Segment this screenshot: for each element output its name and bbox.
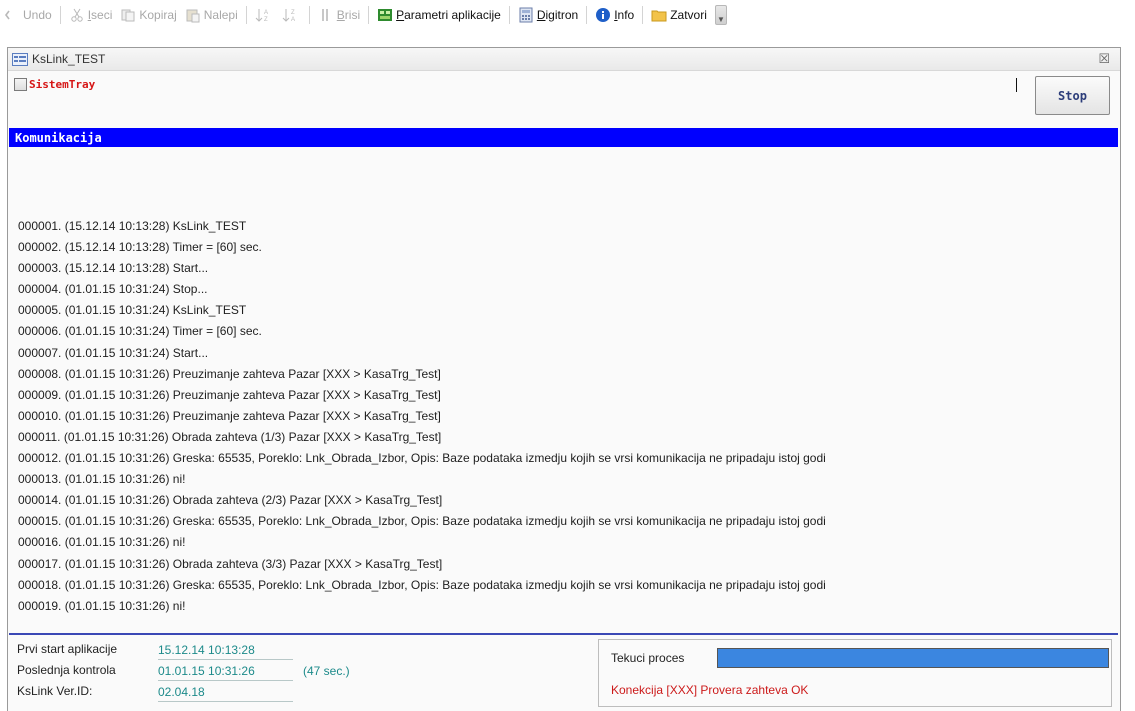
toolbar-separator <box>59 6 61 24</box>
log-line: 000002. (15.12.14 10:13:28) Timer = [60]… <box>18 240 262 255</box>
log-line: 000016. (01.01.15 10:31:26) ni! <box>18 535 186 550</box>
log-line: 000012. (01.01.15 10:31:26) Greska: 6553… <box>18 451 826 466</box>
toolbar-overflow-button[interactable]: ▼ <box>714 5 727 25</box>
log-list: 000001. (15.12.14 10:13:28) KsLink_TEST 0… <box>18 216 1113 617</box>
app-parameters-button[interactable]: Parametri aplikacije <box>373 4 505 26</box>
first-start-label: Prvi start aplikacije <box>17 642 118 656</box>
text-caret <box>1016 78 1017 92</box>
log-line: 000018. (01.01.15 10:31:26) Greska: 6553… <box>18 577 826 592</box>
sort-ascending-icon: AZ <box>255 7 271 23</box>
svg-text:A: A <box>291 17 295 23</box>
cut-label: Iseci <box>87 8 113 22</box>
close-app-button[interactable]: Zatvori <box>647 4 711 26</box>
copy-button[interactable]: Kopiraj <box>116 4 180 26</box>
system-tray-label: SistemTray <box>29 78 96 91</box>
paste-icon <box>185 7 201 23</box>
calculator-icon <box>518 7 534 23</box>
paste-button[interactable]: Nalepi <box>181 4 242 26</box>
sort-descending-button[interactable]: ZA <box>278 4 305 26</box>
settings-icon <box>377 7 393 23</box>
process-status-text: Konekcija [XXX] Provera zahteva OK <box>611 683 809 697</box>
version-value: 02.04.18 <box>158 685 293 702</box>
system-tray-checkbox[interactable] <box>14 78 27 91</box>
log-line: 000019. (01.01.15 10:31:26) ni! <box>18 598 186 613</box>
undo-label: Undo <box>23 8 52 22</box>
svg-text:Z: Z <box>291 10 295 16</box>
delete-label: Brisi <box>336 8 361 22</box>
main-toolbar: Undo Iseci Kopiraj Nalepi AZ ZA Brisi Pa… <box>0 0 1135 30</box>
folder-icon <box>651 7 667 23</box>
cut-icon <box>69 7 85 23</box>
log-line: 000009. (01.01.15 10:31:26) Preuzimanje … <box>18 387 441 402</box>
log-line: 000004. (01.01.15 10:31:24) Stop... <box>18 282 208 297</box>
calculator-button[interactable]: Digitron <box>514 4 582 26</box>
info-icon <box>595 7 611 23</box>
kslink-window: KsLink_TEST ☒ SistemTray Stop Komunikaci… <box>7 47 1121 711</box>
copy-icon <box>120 7 136 23</box>
toolbar-separator <box>642 6 644 24</box>
process-label: Tekuci proces <box>611 651 685 665</box>
toolbar-separator <box>586 6 588 24</box>
info-button[interactable]: Info <box>591 4 638 26</box>
process-progress-bar <box>717 648 1109 668</box>
delete-icon <box>318 7 334 23</box>
log-line: 000001. (15.12.14 10:13:28) KsLink_TEST <box>18 219 247 233</box>
toolbar-separator <box>368 6 370 24</box>
log-line: 000010. (01.01.15 10:31:26) Preuzimanje … <box>18 408 441 423</box>
copy-label: Kopiraj <box>139 8 177 22</box>
last-check-elapsed: (47 sec.) <box>303 664 350 678</box>
log-line: 000008. (01.01.15 10:31:26) Preuzimanje … <box>18 366 441 381</box>
svg-text:Z: Z <box>264 17 268 23</box>
sort-ascending-button[interactable]: AZ <box>251 4 278 26</box>
sort-descending-icon: ZA <box>282 7 298 23</box>
log-line: 000011. (01.01.15 10:31:26) Obrada zahte… <box>18 429 442 444</box>
divider <box>9 633 1118 635</box>
last-check-label: Poslednja kontrola <box>17 663 116 677</box>
delete-button[interactable]: Brisi <box>314 4 364 26</box>
info-label: Info <box>614 8 635 22</box>
undo-button[interactable]: Undo <box>0 4 56 26</box>
stop-button[interactable]: Stop <box>1035 76 1110 115</box>
log-line: 000005. (01.01.15 10:31:24) KsLink_TEST <box>18 303 247 318</box>
log-line: 000017. (01.01.15 10:31:26) Obrada zahte… <box>18 556 443 571</box>
first-start-value: 15.12.14 10:13:28 <box>158 643 293 660</box>
toolbar-separator <box>245 6 247 24</box>
window-icon <box>12 52 28 66</box>
chevron-down-icon: ▼ <box>716 15 725 24</box>
calculator-label: Digitron <box>536 8 579 22</box>
close-app-label: Zatvori <box>670 8 707 22</box>
section-header: Komunikacija <box>9 128 1118 147</box>
window-title: KsLink_TEST <box>32 52 106 66</box>
paste-label: Nalepi <box>203 8 238 22</box>
app-parameters-label: Parametri aplikacije <box>396 8 501 22</box>
cut-button[interactable]: Iseci <box>65 4 117 26</box>
log-line: 000013. (01.01.15 10:31:26) ni! <box>18 472 186 487</box>
close-icon[interactable]: ☒ <box>1098 52 1110 67</box>
log-line: 000007. (01.01.15 10:31:24) Start... <box>18 345 209 360</box>
undo-icon <box>4 7 20 23</box>
process-progress-fill <box>718 649 1108 667</box>
window-titlebar: KsLink_TEST <box>8 48 1120 71</box>
process-panel: Tekuci proces Konekcija [XXX] Provera za… <box>598 639 1112 707</box>
last-check-value: 01.01.15 10:31:26 <box>158 664 293 681</box>
svg-text:A: A <box>264 10 268 16</box>
toolbar-separator <box>508 6 510 24</box>
toolbar-separator <box>308 6 310 24</box>
log-line: 000006. (01.01.15 10:31:24) Timer = [60]… <box>18 324 262 339</box>
version-label: KsLink Ver.ID: <box>17 684 93 698</box>
log-line: 000003. (15.12.14 10:13:28) Start... <box>18 261 209 276</box>
log-line: 000014. (01.01.15 10:31:26) Obrada zahte… <box>18 493 443 508</box>
log-line: 000015. (01.01.15 10:31:26) Greska: 6553… <box>18 514 826 529</box>
system-tray-option[interactable]: SistemTray <box>14 78 95 91</box>
